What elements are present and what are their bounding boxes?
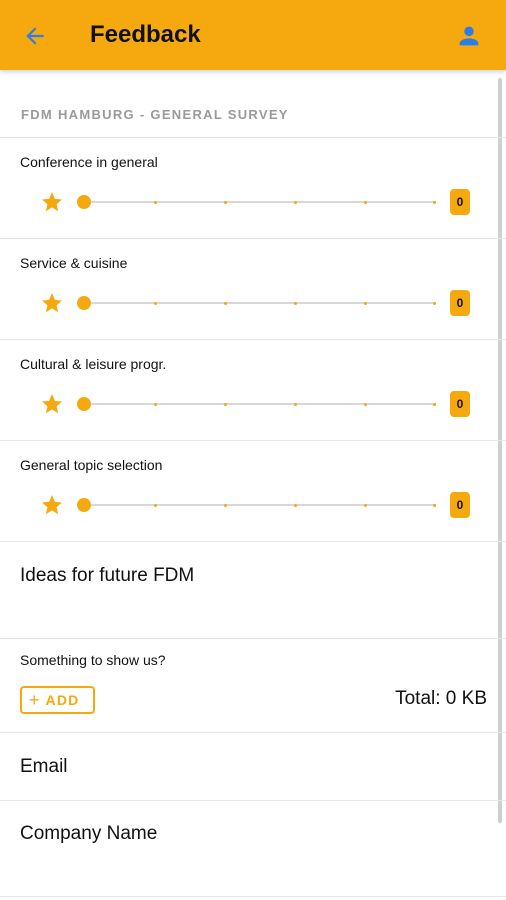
attachments-label: Something to show us? xyxy=(20,652,166,668)
divider xyxy=(0,238,506,239)
email-field[interactable]: Email xyxy=(20,756,68,778)
slider-tick xyxy=(433,503,436,507)
slider-tick xyxy=(224,402,227,406)
attachments-total: Total: 0 KB xyxy=(395,688,487,709)
company-name-field[interactable]: Company Name xyxy=(20,823,157,845)
slider-tick xyxy=(364,301,367,305)
slider-tick xyxy=(154,301,157,305)
slider-tick xyxy=(433,402,436,406)
question-label: Cultural & leisure progr. xyxy=(20,356,167,372)
slider-thumb[interactable] xyxy=(77,397,91,411)
person-icon[interactable] xyxy=(455,22,483,50)
rating-value-badge: 0 xyxy=(450,189,470,215)
rating-slider[interactable] xyxy=(77,498,436,512)
slider-tick xyxy=(294,503,297,507)
slider-tick xyxy=(154,200,157,204)
arrow-back-icon[interactable] xyxy=(22,23,48,49)
slider-tick xyxy=(364,503,367,507)
rating-slider[interactable] xyxy=(77,195,436,209)
divider xyxy=(0,440,506,441)
slider-tick xyxy=(433,301,436,305)
divider xyxy=(0,732,506,733)
scrollbar[interactable] xyxy=(498,78,502,823)
divider xyxy=(0,137,506,138)
slider-thumb[interactable] xyxy=(77,195,91,209)
rating-value-badge: 0 xyxy=(450,391,470,417)
star-icon xyxy=(42,192,62,212)
slider-tick xyxy=(224,301,227,305)
slider-tick xyxy=(364,402,367,406)
slider-tick xyxy=(224,503,227,507)
plus-icon: + xyxy=(29,690,40,710)
survey-header: FDM HAMBURG - GENERAL SURVEY xyxy=(21,107,289,122)
rating-slider[interactable] xyxy=(77,397,436,411)
add-attachment-button[interactable]: + ADD xyxy=(20,686,95,714)
divider xyxy=(0,541,506,542)
divider xyxy=(0,638,506,639)
divider xyxy=(0,896,506,897)
rating-value-badge: 0 xyxy=(450,492,470,518)
page-title: Feedback xyxy=(90,21,201,48)
divider xyxy=(0,339,506,340)
ideas-input[interactable]: Ideas for future FDM xyxy=(20,565,194,587)
star-icon xyxy=(42,394,62,414)
question-label: Service & cuisine xyxy=(20,255,128,271)
star-icon xyxy=(42,293,62,313)
slider-tick xyxy=(154,503,157,507)
slider-tick xyxy=(154,402,157,406)
slider-thumb[interactable] xyxy=(77,498,91,512)
divider xyxy=(0,800,506,801)
question-label: General topic selection xyxy=(20,457,163,473)
rating-slider[interactable] xyxy=(77,296,436,310)
slider-thumb[interactable] xyxy=(77,296,91,310)
slider-tick xyxy=(224,200,227,204)
star-icon xyxy=(42,495,62,515)
add-button-label: ADD xyxy=(45,692,80,708)
rating-value-badge: 0 xyxy=(450,290,470,316)
slider-tick xyxy=(294,402,297,406)
app-bar: Feedback xyxy=(0,0,506,70)
slider-tick xyxy=(294,301,297,305)
slider-tick xyxy=(294,200,297,204)
slider-tick xyxy=(433,200,436,204)
slider-tick xyxy=(364,200,367,204)
question-label: Conference in general xyxy=(20,154,158,170)
